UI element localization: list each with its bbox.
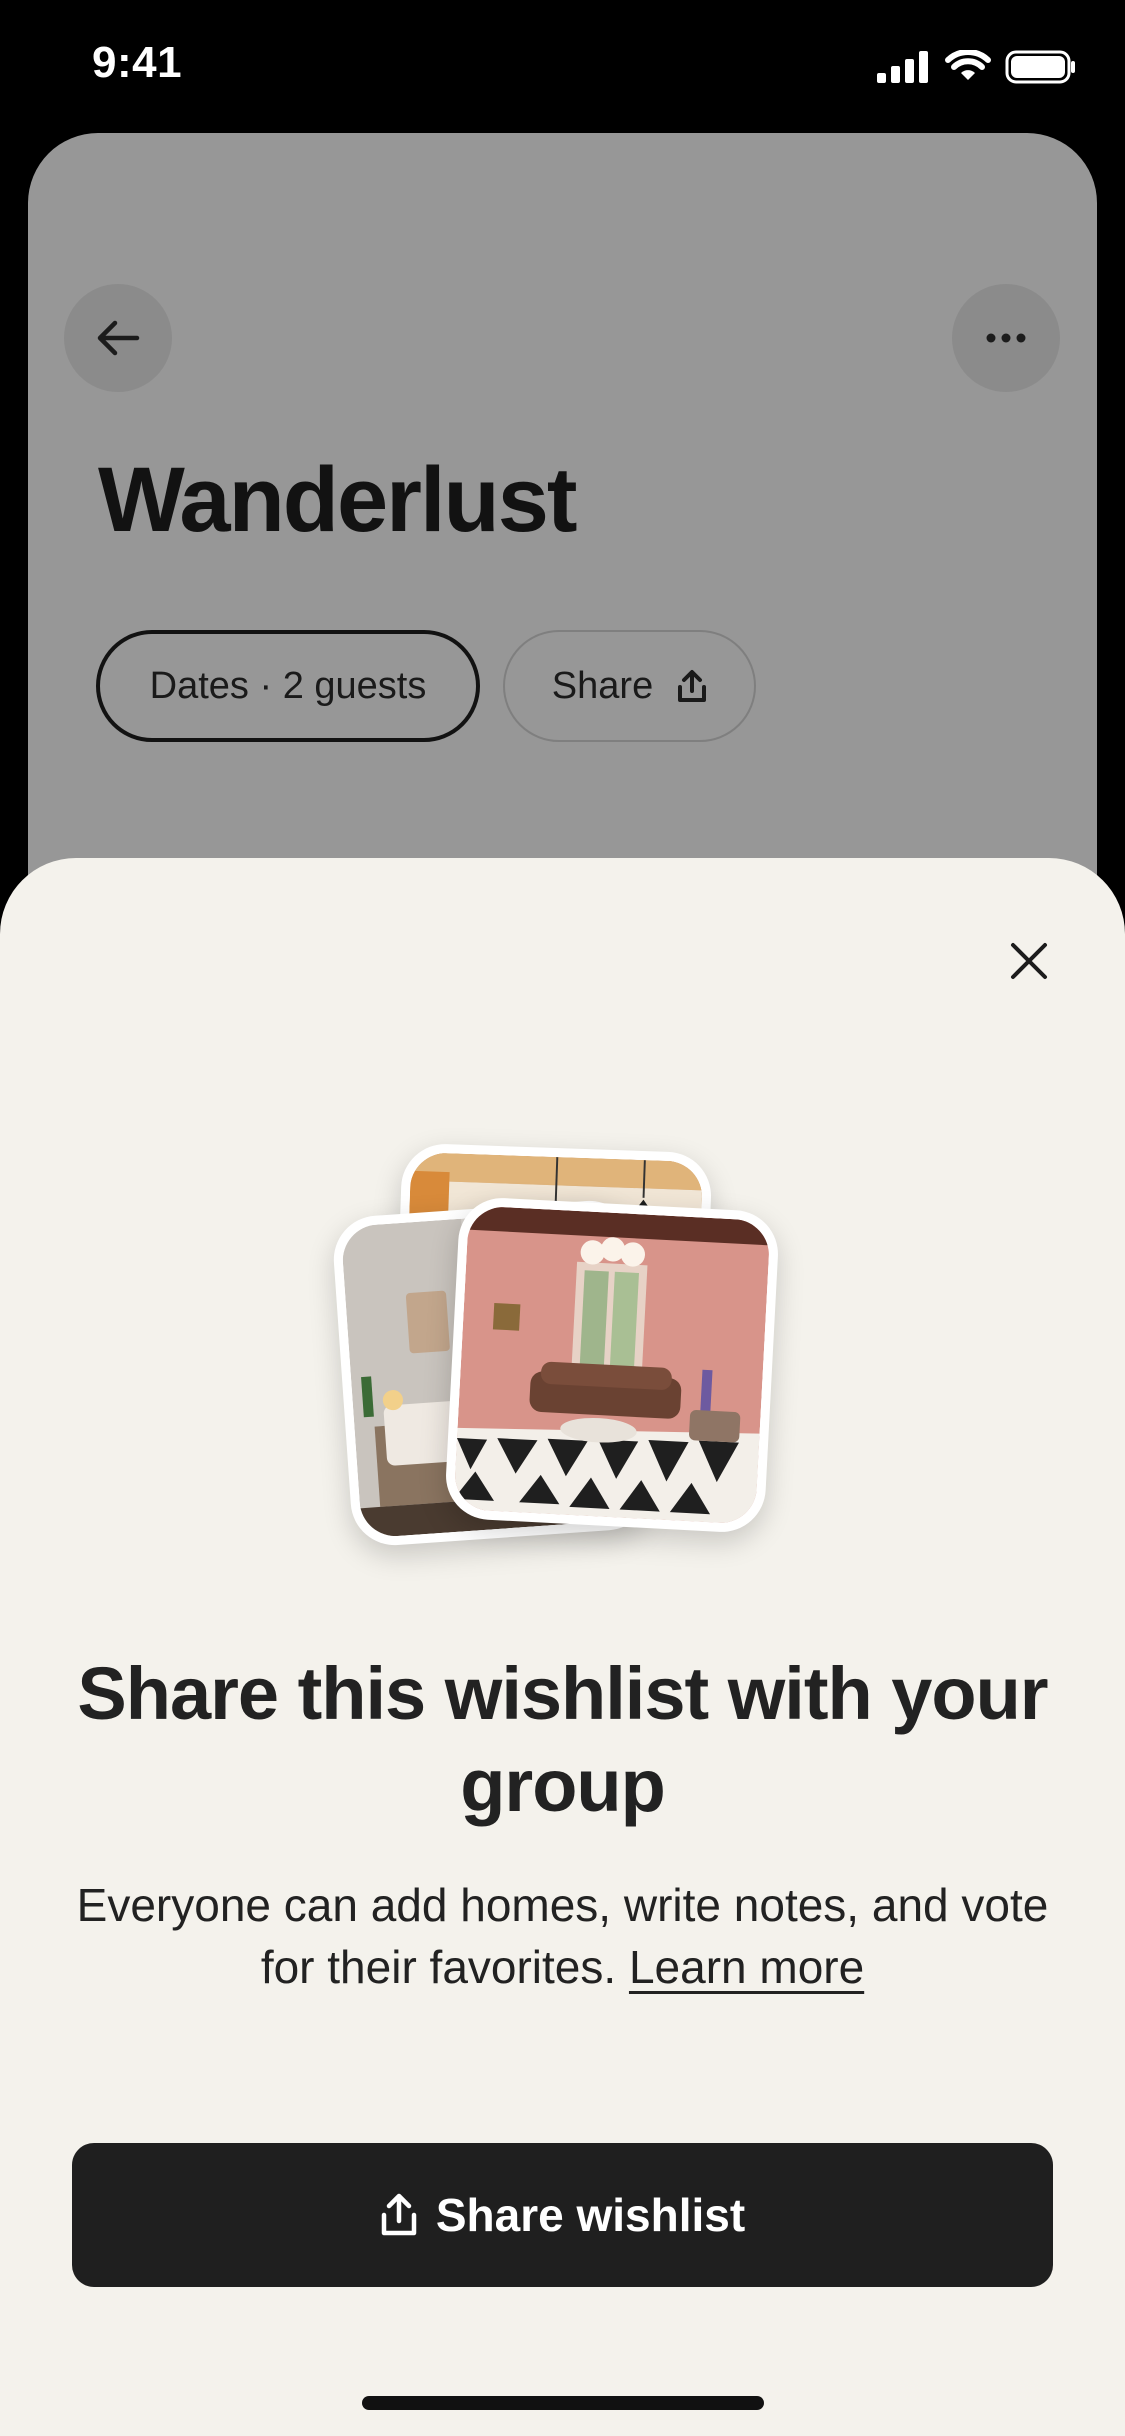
share-wishlist-button[interactable]: Share wishlist xyxy=(72,2143,1053,2287)
share-upload-icon xyxy=(678,670,707,702)
status-icons xyxy=(877,50,1077,84)
more-options-button[interactable] xyxy=(952,284,1060,392)
screen: 9:41 Wanderlust Dates · 2 guests Share S… xyxy=(0,0,1125,2436)
wifi-icon xyxy=(945,50,991,80)
living-room-image xyxy=(453,1205,771,1525)
back-button[interactable] xyxy=(64,284,172,392)
listing-photo-living-room xyxy=(443,1195,781,1535)
dates-guests-label: Dates · 2 guests xyxy=(149,664,427,707)
page-title: Wanderlust xyxy=(98,449,578,551)
status-bar: 9:41 xyxy=(0,0,1125,132)
share-wishlist-sheet: Share this wishlist with your group Ever… xyxy=(0,858,1125,2436)
battery-icon xyxy=(1005,50,1075,84)
share-pill-button[interactable]: Share xyxy=(503,630,756,742)
share-upload-icon xyxy=(381,2193,417,2236)
close-icon xyxy=(1011,943,1047,979)
sheet-description-text: Everyone can add homes, write notes, and… xyxy=(76,1879,1049,1993)
arrow-left-icon xyxy=(97,320,140,356)
learn-more-link[interactable]: Learn more xyxy=(629,1941,864,1993)
dates-guests-filter-button[interactable]: Dates · 2 guests xyxy=(96,630,480,742)
sheet-title: Share this wishlist with your group xyxy=(77,1652,1048,1827)
cellular-signal-icon xyxy=(877,51,928,83)
status-time: 9:41 xyxy=(92,38,183,87)
share-pill-label: Share xyxy=(551,664,654,707)
home-indicator[interactable] xyxy=(362,2396,764,2410)
close-button[interactable] xyxy=(994,926,1064,996)
share-wishlist-label: Share wishlist xyxy=(435,2189,746,2241)
sheet-description: Everyone can add homes, write notes, and… xyxy=(60,1874,1065,1998)
more-horizontal-icon xyxy=(986,333,1026,343)
listing-photo-stack xyxy=(330,1142,790,1549)
